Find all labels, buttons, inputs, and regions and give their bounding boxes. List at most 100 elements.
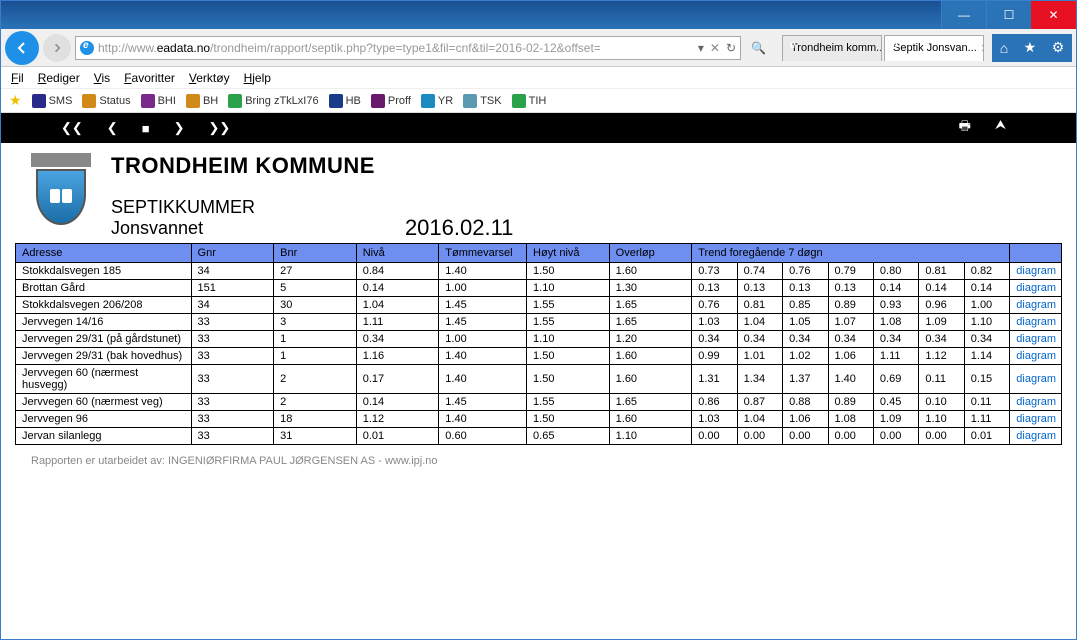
bookmark-label: Bring zTkLxI76 <box>245 95 318 107</box>
bookmark-label: TIH <box>529 95 547 107</box>
tab-strip: Trondheim komm... Septik Jonsvan... ✕ <box>776 35 984 61</box>
cell-niva: 0.34 <box>356 331 439 348</box>
cell-trend: 0.13 <box>828 280 873 297</box>
bookmark-item[interactable]: SMS <box>32 94 73 108</box>
menu-item[interactable]: Fil <box>11 71 24 85</box>
bookmark-item[interactable]: HB <box>329 94 361 108</box>
cell-trend: 0.87 <box>737 394 782 411</box>
bookmark-item[interactable]: Bring zTkLxI76 <box>228 94 318 108</box>
menu-item[interactable]: Hjelp <box>244 71 271 85</box>
diagram-link[interactable]: diagram <box>1010 263 1062 280</box>
nav-stop-icon[interactable]: ■ <box>142 121 150 136</box>
window-minimize-button[interactable]: — <box>941 1 986 29</box>
cell-trend: 1.01 <box>737 348 782 365</box>
cell-niva: 1.11 <box>356 314 439 331</box>
favorites-icon[interactable]: ★ <box>1024 39 1037 56</box>
address-bar[interactable]: http://www.eadata.no/trondheim/rapport/s… <box>75 36 741 60</box>
print-icon[interactable]: 🖶 <box>959 117 971 139</box>
cell-gnr: 33 <box>191 428 274 445</box>
bookmark-icon <box>371 94 385 108</box>
bookmark-item[interactable]: Status <box>82 94 130 108</box>
cell-trend: 0.99 <box>692 348 737 365</box>
col-hoyt: Høyt nivå <box>527 244 610 263</box>
table-row: Stokkdalsvegen 206/20834301.041.451.551.… <box>16 297 1062 314</box>
bookmark-item[interactable]: BHI <box>141 94 176 108</box>
diagram-link[interactable]: diagram <box>1010 331 1062 348</box>
diagram-link[interactable]: diagram <box>1010 314 1062 331</box>
cell-hoyt: 1.50 <box>527 348 610 365</box>
menu-item[interactable]: Vis <box>94 71 110 85</box>
cell-trend: 0.73 <box>692 263 737 280</box>
cell-hoyt: 1.55 <box>527 297 610 314</box>
browser-tab[interactable]: Septik Jonsvan... ✕ <box>884 35 984 61</box>
url-protocol: http:// <box>98 41 128 55</box>
cell-trend: 0.80 <box>873 263 918 280</box>
cell-trend: 1.05 <box>783 314 828 331</box>
table-row: Brottan Gård15150.141.001.101.300.130.13… <box>16 280 1062 297</box>
bookmark-item[interactable]: TSK <box>463 94 501 108</box>
window-titlebar: — ☐ ✕ <box>1 1 1076 29</box>
settings-icon[interactable]: ⚙ <box>1052 39 1065 56</box>
cell-gnr: 34 <box>191 297 274 314</box>
cell-niva: 1.16 <box>356 348 439 365</box>
diagram-link[interactable]: diagram <box>1010 394 1062 411</box>
bookmark-item[interactable]: Proff <box>371 94 411 108</box>
bookmark-item[interactable]: TIH <box>512 94 547 108</box>
cell-niva: 0.01 <box>356 428 439 445</box>
dropdown-icon[interactable]: ▾ <box>698 41 704 55</box>
add-favorite-button[interactable]: ★ <box>9 92 22 109</box>
cell-trend: 0.34 <box>737 331 782 348</box>
home-icon[interactable]: ⮝ <box>995 117 1006 139</box>
cell-trend: 0.74 <box>737 263 782 280</box>
nav-forward-button[interactable] <box>43 34 71 62</box>
cell-hoyt: 1.10 <box>527 280 610 297</box>
bookmark-item[interactable]: YR <box>421 94 453 108</box>
nav-last-icon[interactable]: ❯❯ <box>208 120 230 136</box>
arrow-right-icon <box>51 42 63 54</box>
cell-tommevarsel: 0.60 <box>439 428 527 445</box>
bookmark-icon <box>329 94 343 108</box>
cell-gnr: 33 <box>191 348 274 365</box>
diagram-link[interactable]: diagram <box>1010 411 1062 428</box>
tab-label: Septik Jonsvan... <box>893 42 977 54</box>
cell-bnr: 1 <box>274 348 357 365</box>
col-niva: Nivå <box>356 244 439 263</box>
search-icon[interactable]: 🔍 <box>751 41 766 55</box>
cell-trend: 1.11 <box>964 411 1010 428</box>
nav-next-icon[interactable]: ❯ <box>174 120 185 136</box>
col-gnr: Gnr <box>191 244 274 263</box>
municipality-name: TRONDHEIM KOMMUNE <box>111 153 375 179</box>
home-icon[interactable]: ⌂ <box>1000 40 1008 56</box>
refresh-icon[interactable]: ↻ <box>726 41 736 55</box>
diagram-link[interactable]: diagram <box>1010 428 1062 445</box>
cell-tommevarsel: 1.40 <box>439 365 527 394</box>
col-trend: Trend foregående 7 døgn <box>692 244 1010 263</box>
nav-first-icon[interactable]: ❮❮ <box>61 120 83 136</box>
diagram-link[interactable]: diagram <box>1010 365 1062 394</box>
col-adresse: Adresse <box>16 244 192 263</box>
cell-tommevarsel: 1.40 <box>439 263 527 280</box>
cell-trend: 0.81 <box>919 263 964 280</box>
diagram-link[interactable]: diagram <box>1010 348 1062 365</box>
menu-item[interactable]: Favoritter <box>124 71 175 85</box>
browser-tab[interactable]: Trondheim komm... <box>782 35 882 61</box>
diagram-link[interactable]: diagram <box>1010 297 1062 314</box>
window-close-button[interactable]: ✕ <box>1031 1 1076 29</box>
table-row: Jervvegen 29/31 (på gårdstunet)3310.341.… <box>16 331 1062 348</box>
diagram-link[interactable]: diagram <box>1010 280 1062 297</box>
nav-back-button[interactable] <box>5 31 39 65</box>
cell-overlop: 1.60 <box>609 365 692 394</box>
window-maximize-button[interactable]: ☐ <box>986 1 1031 29</box>
bookmark-icon <box>512 94 526 108</box>
tab-close-icon[interactable]: ✕ <box>981 42 984 55</box>
stop-icon[interactable]: ✕ <box>710 41 720 55</box>
cell-niva: 0.14 <box>356 280 439 297</box>
nav-prev-icon[interactable]: ❮ <box>107 120 118 136</box>
bookmark-icon <box>228 94 242 108</box>
menu-item[interactable]: Rediger <box>38 71 80 85</box>
col-tommevarsel: Tømmevarsel <box>439 244 527 263</box>
bookmark-item[interactable]: BH <box>186 94 218 108</box>
cell-trend: 0.45 <box>873 394 918 411</box>
menu-item[interactable]: Verktøy <box>189 71 230 85</box>
cell-overlop: 1.10 <box>609 428 692 445</box>
